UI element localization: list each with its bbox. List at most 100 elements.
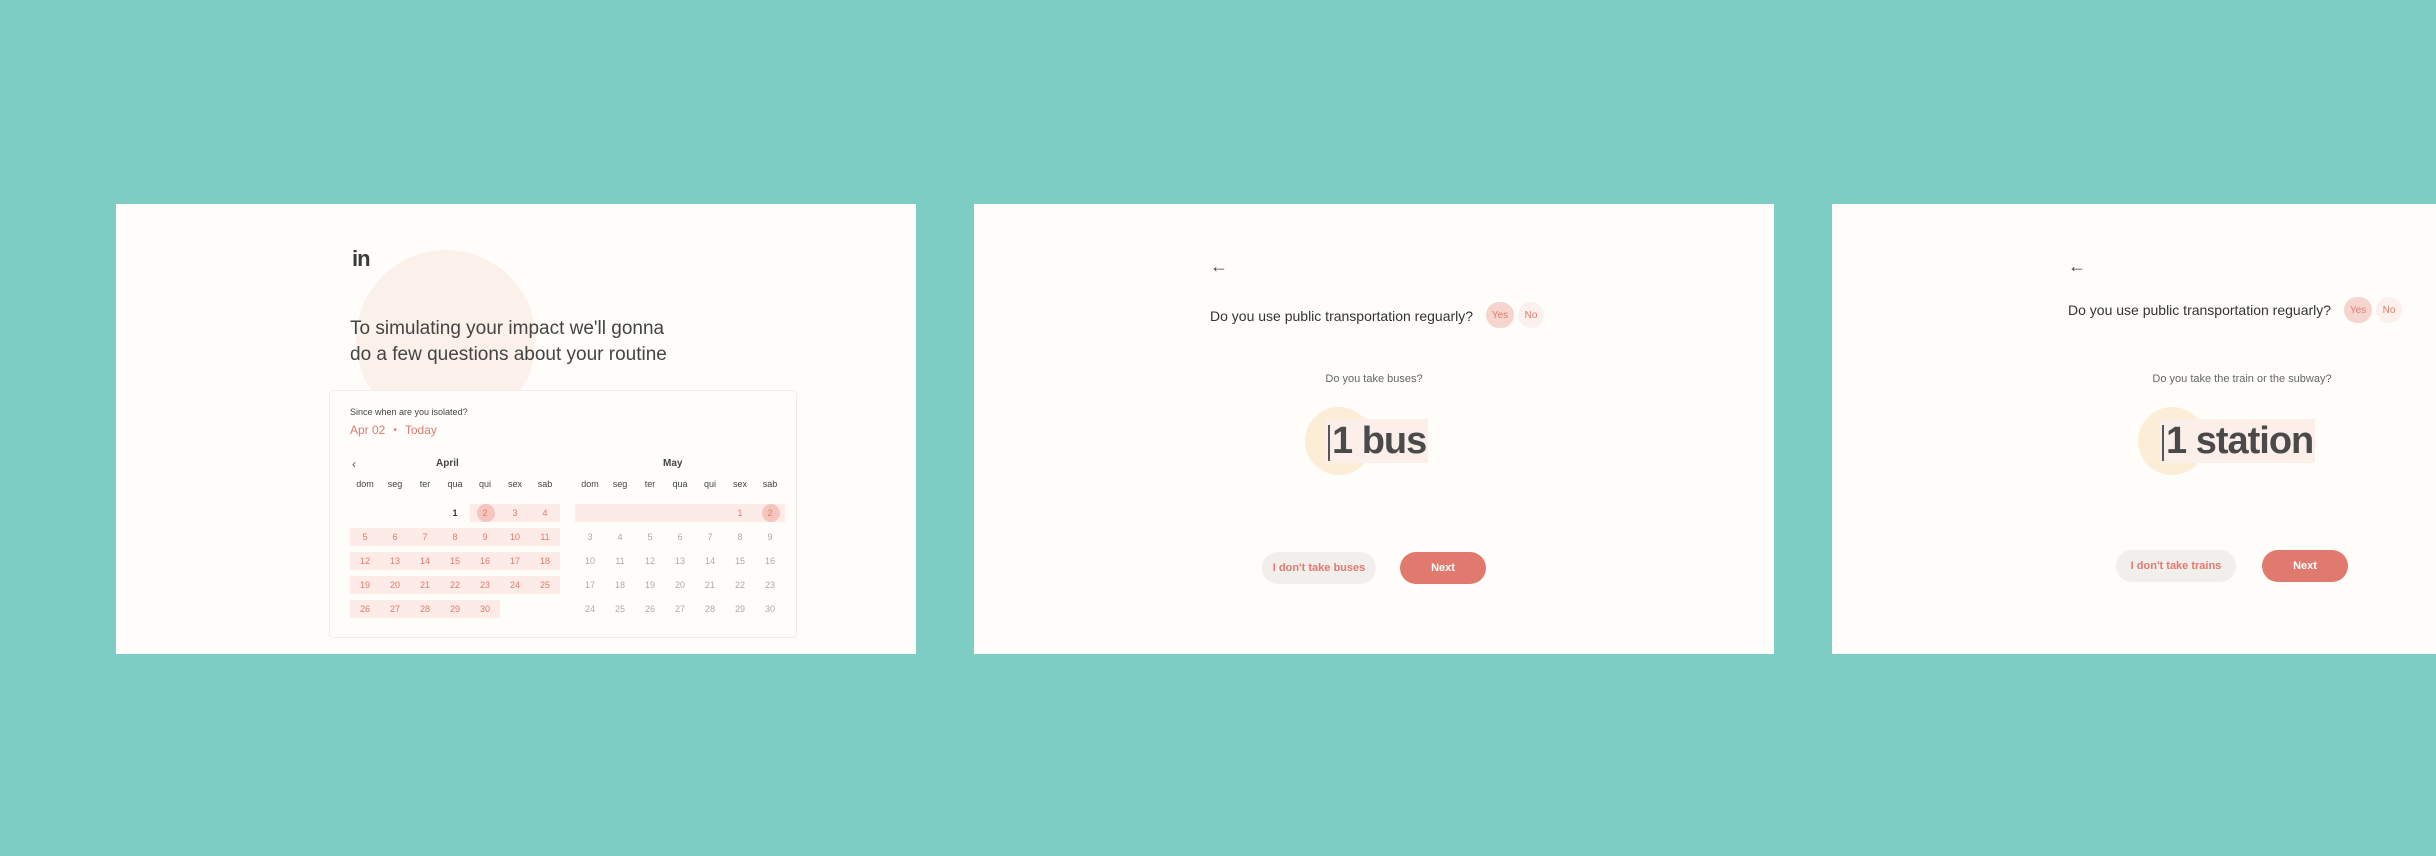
calendar-day[interactable]: 29: [440, 600, 470, 618]
no-buses-button[interactable]: I don't take buses: [1262, 552, 1376, 584]
day-number: 6: [392, 532, 398, 542]
calendar-day[interactable]: 30: [755, 600, 785, 618]
calendar-day[interactable]: 27: [380, 600, 410, 618]
calendar-day[interactable]: 11: [605, 552, 635, 570]
calendar-day[interactable]: 13: [665, 552, 695, 570]
since-label: Since when are you isolated?: [350, 407, 468, 417]
day-number: 20: [389, 580, 400, 590]
calendar-day[interactable]: 17: [575, 576, 605, 594]
calendar-day[interactable]: 14: [695, 552, 725, 570]
calendar-day[interactable]: 23: [470, 576, 500, 594]
calendar-day[interactable]: 24: [575, 600, 605, 618]
calendar-day[interactable]: 7: [410, 528, 440, 546]
calendar-day: [665, 504, 695, 522]
day-number: 4: [617, 532, 623, 542]
back-arrow-icon[interactable]: ←: [1210, 256, 1228, 277]
calendar-day[interactable]: 5: [350, 528, 380, 546]
bus-count-input[interactable]: 1 bus: [1326, 419, 1429, 463]
range-start[interactable]: Apr 02: [350, 423, 385, 437]
calendar-day[interactable]: 13: [380, 552, 410, 570]
next-button[interactable]: Next: [1400, 552, 1486, 584]
next-button[interactable]: Next: [2262, 550, 2348, 582]
calendar-day[interactable]: 23: [755, 576, 785, 594]
calendar-day[interactable]: 22: [725, 576, 755, 594]
calendar-day[interactable]: 3: [500, 504, 530, 522]
weekday-label: dom: [581, 479, 599, 489]
calendar-day[interactable]: 15: [725, 552, 755, 570]
calendar-day[interactable]: 27: [665, 600, 695, 618]
train-question-screen: ← Do you use public transportation regua…: [1832, 204, 2436, 654]
day-number: 1: [452, 508, 458, 518]
calendar-day[interactable]: 12: [635, 552, 665, 570]
calendar-day[interactable]: 9: [470, 528, 500, 546]
day-number: 1: [737, 508, 743, 518]
calendar-day[interactable]: 20: [665, 576, 695, 594]
calendar-day[interactable]: 9: [755, 528, 785, 546]
calendar-day[interactable]: 18: [605, 576, 635, 594]
calendar-day[interactable]: 1: [725, 504, 755, 522]
calendar-day[interactable]: 20: [380, 576, 410, 594]
calendar-day[interactable]: 26: [635, 600, 665, 618]
calendar-day[interactable]: 24: [500, 576, 530, 594]
calendar-day[interactable]: 25: [530, 576, 560, 594]
calendar-day[interactable]: 12: [350, 552, 380, 570]
calendar-day[interactable]: 29: [725, 600, 755, 618]
yes-button[interactable]: Yes: [1486, 302, 1514, 328]
range-end[interactable]: Today: [405, 423, 437, 437]
calendar-day[interactable]: 17: [500, 552, 530, 570]
day-number: 30: [764, 604, 775, 614]
calendar-day[interactable]: 21: [695, 576, 725, 594]
chevron-left-icon[interactable]: ‹: [352, 457, 356, 471]
day-number: 11: [615, 556, 625, 566]
no-button[interactable]: No: [2376, 297, 2402, 323]
calendar-day[interactable]: 26: [350, 600, 380, 618]
day-number: 18: [539, 556, 550, 566]
calendar-day[interactable]: 6: [380, 528, 410, 546]
calendar-day[interactable]: 6: [665, 528, 695, 546]
calendar-day[interactable]: 11: [530, 528, 560, 546]
calendar-day[interactable]: 22: [440, 576, 470, 594]
day-number: 15: [734, 556, 745, 566]
calendar-day[interactable]: 7: [695, 528, 725, 546]
calendar-day[interactable]: 16: [470, 552, 500, 570]
calendar-day[interactable]: 25: [605, 600, 635, 618]
calendar-day[interactable]: 10: [500, 528, 530, 546]
calendar-day[interactable]: 5: [635, 528, 665, 546]
back-arrow-icon[interactable]: ←: [2068, 256, 2086, 277]
calendar-day: [575, 504, 605, 522]
day-number: 12: [359, 556, 370, 566]
day-number: 29: [449, 604, 460, 614]
range-separator: •: [393, 424, 397, 436]
calendar-day[interactable]: 28: [410, 600, 440, 618]
calendar-day[interactable]: 8: [440, 528, 470, 546]
day-number: 8: [452, 532, 458, 542]
yes-button[interactable]: Yes: [2344, 297, 2372, 323]
calendar-day[interactable]: 30: [470, 600, 500, 618]
calendar-day[interactable]: 28: [695, 600, 725, 618]
calendar-day[interactable]: 1: [440, 504, 470, 522]
month-title-april: April: [436, 458, 459, 469]
calendar-day: [380, 504, 410, 522]
day-number: 13: [389, 556, 400, 566]
calendar-day[interactable]: 3: [575, 528, 605, 546]
bus-question: Do you take buses?: [1325, 373, 1423, 385]
calendar-day[interactable]: 4: [605, 528, 635, 546]
calendar-day[interactable]: 2: [470, 504, 500, 522]
calendar-day[interactable]: 21: [410, 576, 440, 594]
calendar-day[interactable]: 18: [530, 552, 560, 570]
calendar-day[interactable]: 2: [755, 504, 785, 522]
day-number: 24: [584, 604, 595, 614]
calendar-day[interactable]: 14: [410, 552, 440, 570]
day-number: 9: [482, 532, 488, 542]
calendar-day[interactable]: 19: [350, 576, 380, 594]
calendar-day[interactable]: 4: [530, 504, 560, 522]
day-number: 12: [644, 556, 655, 566]
calendar-day[interactable]: 19: [635, 576, 665, 594]
station-count-input[interactable]: 1 station: [2160, 419, 2316, 463]
calendar-day[interactable]: 10: [575, 552, 605, 570]
calendar-day[interactable]: 15: [440, 552, 470, 570]
no-trains-button[interactable]: I don't take trains: [2116, 550, 2236, 582]
calendar-day[interactable]: 8: [725, 528, 755, 546]
calendar-day[interactable]: 16: [755, 552, 785, 570]
no-button[interactable]: No: [1518, 302, 1544, 328]
